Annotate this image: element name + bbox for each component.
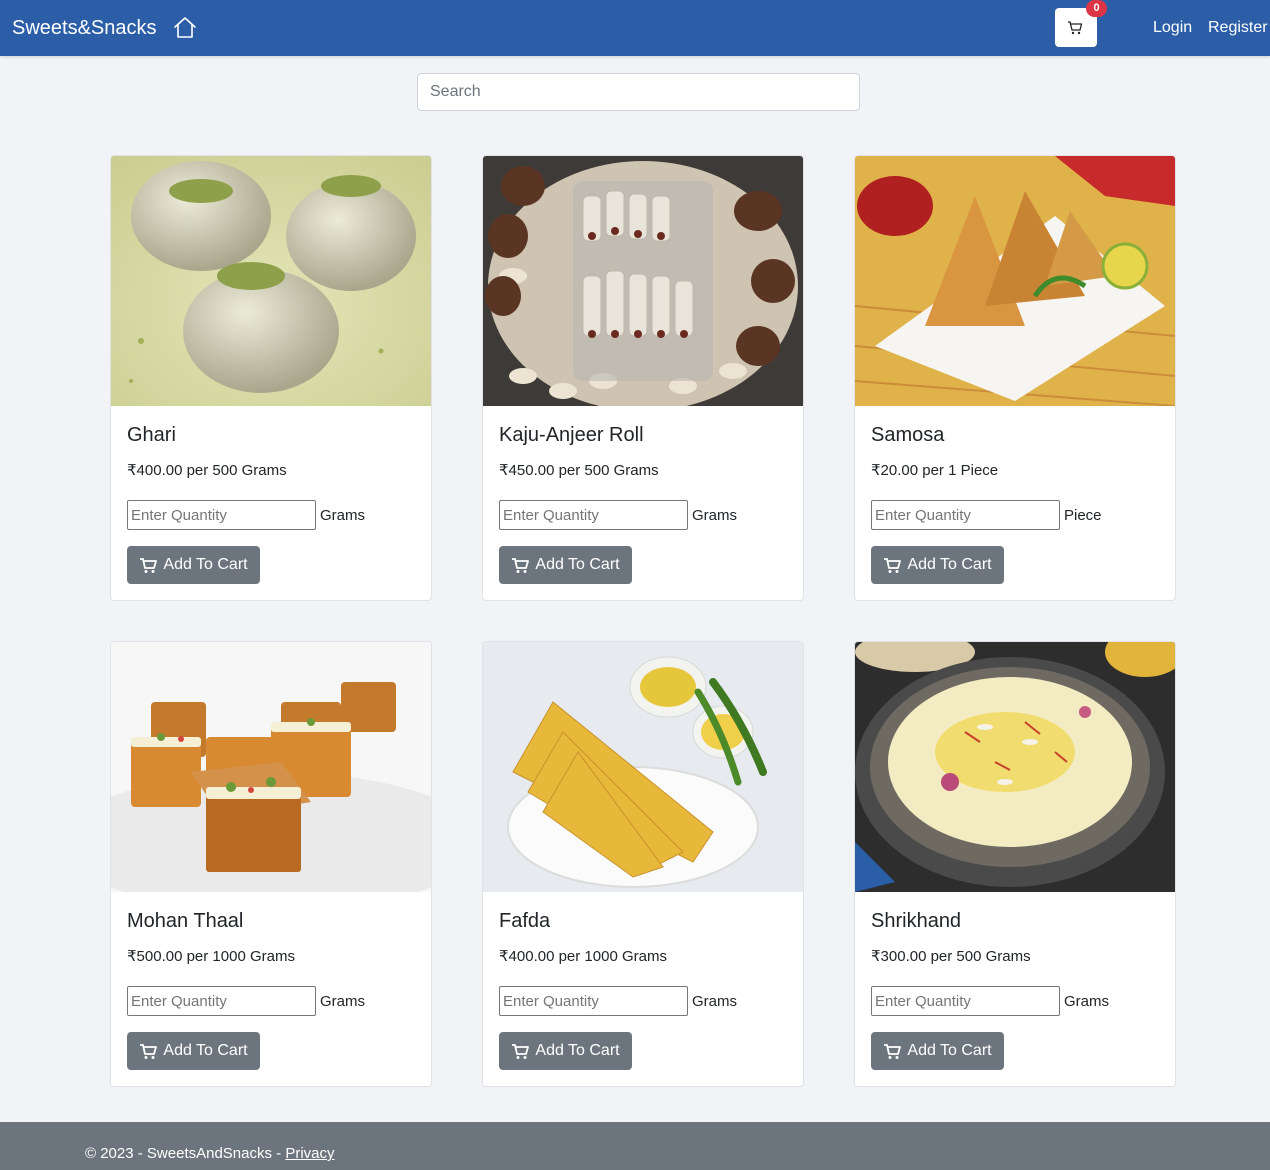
navbar: Sweets&Snacks 0 Login Register — [0, 0, 1270, 56]
footer-text: © 2023 - SweetsAndSnacks - Privacy — [85, 1145, 335, 1163]
product-card: Shrikhand ₹300.00 per 500 Grams Grams Ad… — [854, 641, 1176, 1087]
cart-icon — [1068, 21, 1083, 35]
cart-icon — [512, 1043, 530, 1059]
product-price: ₹300.00 per 500 Grams — [871, 948, 1031, 965]
add-to-cart-button[interactable]: Add To Cart — [871, 1032, 1004, 1070]
quantity-unit: Grams — [692, 507, 737, 524]
quantity-input[interactable] — [127, 986, 316, 1016]
add-to-cart-label: Add To Cart — [907, 1042, 992, 1059]
cart-icon — [140, 557, 158, 573]
product-image — [483, 156, 803, 406]
cart-icon — [512, 557, 530, 573]
product-card: Kaju-Anjeer Roll ₹450.00 per 500 Grams G… — [482, 155, 804, 601]
home-icon[interactable] — [173, 16, 197, 40]
add-to-cart-label: Add To Cart — [907, 556, 992, 573]
quantity-unit: Grams — [1064, 993, 1109, 1010]
add-to-cart-label: Add To Cart — [535, 1042, 620, 1059]
add-to-cart-button[interactable]: Add To Cart — [127, 546, 260, 584]
quantity-input[interactable] — [499, 500, 688, 530]
brand-link[interactable]: Sweets&Snacks — [12, 16, 157, 40]
product-name: Shrikhand — [871, 910, 962, 932]
add-to-cart-button[interactable]: Add To Cart — [499, 1032, 632, 1070]
quantity-unit: Grams — [320, 993, 365, 1010]
cart-icon — [884, 557, 902, 573]
footer: © 2023 - SweetsAndSnacks - Privacy — [0, 1122, 1270, 1170]
login-link[interactable]: Login — [1153, 19, 1192, 37]
product-card: Ghari ₹400.00 per 500 Grams Grams Add To… — [110, 155, 432, 601]
product-name: Mohan Thaal — [127, 910, 244, 932]
add-to-cart-button[interactable]: Add To Cart — [499, 546, 632, 584]
product-price: ₹400.00 per 500 Grams — [127, 462, 287, 479]
product-card: Mohan Thaal ₹500.00 per 1000 Grams Grams… — [110, 641, 432, 1087]
product-price: ₹500.00 per 1000 Grams — [127, 948, 295, 965]
cart-icon — [884, 1043, 902, 1059]
privacy-link[interactable]: Privacy — [285, 1145, 334, 1162]
quantity-input[interactable] — [499, 986, 688, 1016]
product-image — [855, 156, 1175, 406]
quantity-unit: Grams — [692, 993, 737, 1010]
add-to-cart-label: Add To Cart — [163, 1042, 248, 1059]
product-price: ₹450.00 per 500 Grams — [499, 462, 659, 479]
product-image — [111, 156, 431, 406]
add-to-cart-label: Add To Cart — [535, 556, 620, 573]
search-input[interactable] — [417, 73, 860, 111]
product-name: Fafda — [499, 910, 551, 932]
product-name: Samosa — [871, 424, 945, 446]
product-name: Ghari — [127, 424, 176, 446]
quantity-unit: Piece — [1064, 507, 1102, 524]
product-card: Fafda ₹400.00 per 1000 Grams Grams Add T… — [482, 641, 804, 1087]
register-link[interactable]: Register — [1208, 19, 1268, 37]
product-image — [483, 642, 803, 892]
quantity-input[interactable] — [871, 500, 1060, 530]
add-to-cart-button[interactable]: Add To Cart — [871, 546, 1004, 584]
quantity-unit: Grams — [320, 507, 365, 524]
product-name: Kaju-Anjeer Roll — [499, 424, 644, 446]
add-to-cart-label: Add To Cart — [163, 556, 248, 573]
product-image — [855, 642, 1175, 892]
cart-count-badge: 0 — [1086, 0, 1107, 17]
product-price: ₹20.00 per 1 Piece — [871, 462, 999, 479]
quantity-input[interactable] — [871, 986, 1060, 1016]
product-card: Samosa ₹20.00 per 1 Piece Piece Add To C… — [854, 155, 1176, 601]
quantity-input[interactable] — [127, 500, 316, 530]
product-price: ₹400.00 per 1000 Grams — [499, 948, 667, 965]
product-image — [111, 642, 431, 892]
copyright-text: © 2023 - SweetsAndSnacks - — [85, 1145, 286, 1162]
add-to-cart-button[interactable]: Add To Cart — [127, 1032, 260, 1070]
cart-icon — [140, 1043, 158, 1059]
